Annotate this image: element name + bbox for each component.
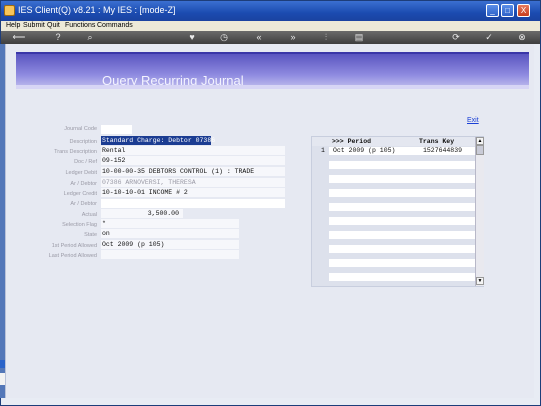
label-doc-ref: Doc / Ref [74,159,97,165]
ar-debtor-2-field[interactable] [101,199,285,208]
help-icon[interactable]: ? [53,32,63,43]
minimize-button[interactable]: _ [486,4,499,17]
scroll-down-icon[interactable]: ▼ [476,277,484,285]
menu-quit[interactable]: Quit [47,22,60,29]
maximize-button[interactable]: □ [501,4,514,17]
column-header-period[interactable]: >>> Period [332,137,371,146]
doc-ref-field[interactable]: 09-152 [101,156,285,165]
close-icon[interactable]: ⊗ [517,32,527,43]
exit-link[interactable]: Exit [467,117,479,124]
label-state: State [84,232,97,238]
table-row-empty[interactable] [329,273,475,281]
ar-debtor-field[interactable]: 07386 ARNOVERSI, THERESA [101,178,285,187]
title-bar: IES Client(Q) v8.21 : My IES : [mode-Z] … [1,1,540,21]
row-number: 1 [321,147,325,154]
last-period-allowed-field[interactable] [101,250,239,259]
search-icon[interactable]: ⌕ [85,32,95,43]
table-row-empty[interactable] [329,175,475,183]
label-trans-description: Trans Description [54,149,97,155]
menu-functions[interactable]: Functions [65,22,95,29]
cell-period: Oct 2009 (p 105) [333,147,396,154]
list-icon[interactable]: ⫶ [321,32,331,43]
app-icon [4,5,15,16]
cell-trans-key: 1527644839 [423,147,463,154]
scroll-thumb[interactable] [476,145,484,155]
table-row-empty[interactable] [329,231,475,239]
table-row-empty[interactable] [329,245,475,253]
ledger-credit-field[interactable]: 10-10-10-01 INCOME # 2 [101,188,285,197]
ledger-debit-field[interactable]: 10-00-00-35 DEBTORS CONTROL (1) : TRADE [101,167,285,176]
label-actual: Actual [81,212,97,218]
check-icon[interactable]: ✓ [484,32,494,43]
grid-scrollbar[interactable]: ▲ ▼ [475,137,484,286]
selection-flag-field[interactable]: * [101,219,239,228]
table-row-empty[interactable] [329,161,475,169]
back-arrow-icon[interactable]: ⟵ [7,32,31,43]
label-journal-code: Journal Code [64,126,97,132]
label-last-period-allowed: Last Period Allowed [48,253,97,259]
label-ledger-credit: Ledger Credit [63,191,97,197]
label-ledger-debit: Ledger Debit [65,170,98,176]
menu-bar: Help Submit Quit Functions Commands [1,21,540,31]
column-header-trans-key[interactable]: Trans Key [419,137,454,146]
clock-icon[interactable]: ◷ [219,32,229,43]
menu-help[interactable]: Help [6,22,20,29]
fast-forward-icon[interactable]: » [288,32,298,43]
journal-code-field[interactable] [101,125,132,134]
refresh-icon[interactable]: ⟳ [451,32,461,43]
rewind-icon[interactable]: « [254,32,264,43]
toolbar: ⟵ ? ⌕ ♥ ◷ « » ⫶ ▤ ⟳ ✓ ⊗ [1,31,540,44]
label-ar-debtor: Ar / Debtor [70,181,97,187]
banner-stripe [16,85,529,89]
state-field[interactable]: on [101,229,239,238]
page-banner: Query Recurring Journal [16,52,529,89]
trans-description-field[interactable]: Rental [101,146,285,155]
label-first-period-allowed: 1st Period Allowed [51,243,97,249]
actual-field[interactable]: 3,500.00 [101,209,183,218]
label-selection-flag: Selection Flag [62,222,97,228]
heart-icon[interactable]: ♥ [187,32,197,43]
table-row-empty[interactable] [329,189,475,197]
close-window-button[interactable]: X [517,4,530,17]
document-icon[interactable]: ▤ [354,32,364,43]
menu-commands[interactable]: Commands [97,22,133,29]
table-row-empty[interactable] [329,217,475,225]
window-title: IES Client(Q) v8.21 : My IES : [mode-Z] [18,5,176,15]
grid-header: >>> Period Trans Key [312,137,475,146]
period-grid: >>> Period Trans Key 1 Oct 2009 (p 105) … [311,136,484,287]
scroll-up-icon[interactable]: ▲ [476,137,484,145]
label-ar-debtor-2: Ar / Debtor [70,201,97,207]
label-description: Description [69,139,97,145]
table-row-empty[interactable] [329,203,475,211]
table-row[interactable]: Oct 2009 (p 105) 1527644839 [329,147,475,155]
table-row-empty[interactable] [329,259,475,267]
menu-submit[interactable]: Submit [23,22,45,29]
description-field[interactable]: Standard Charge: Debtor 07386 [101,136,215,145]
first-period-allowed-field[interactable]: Oct 2009 (p 105) [101,240,239,249]
